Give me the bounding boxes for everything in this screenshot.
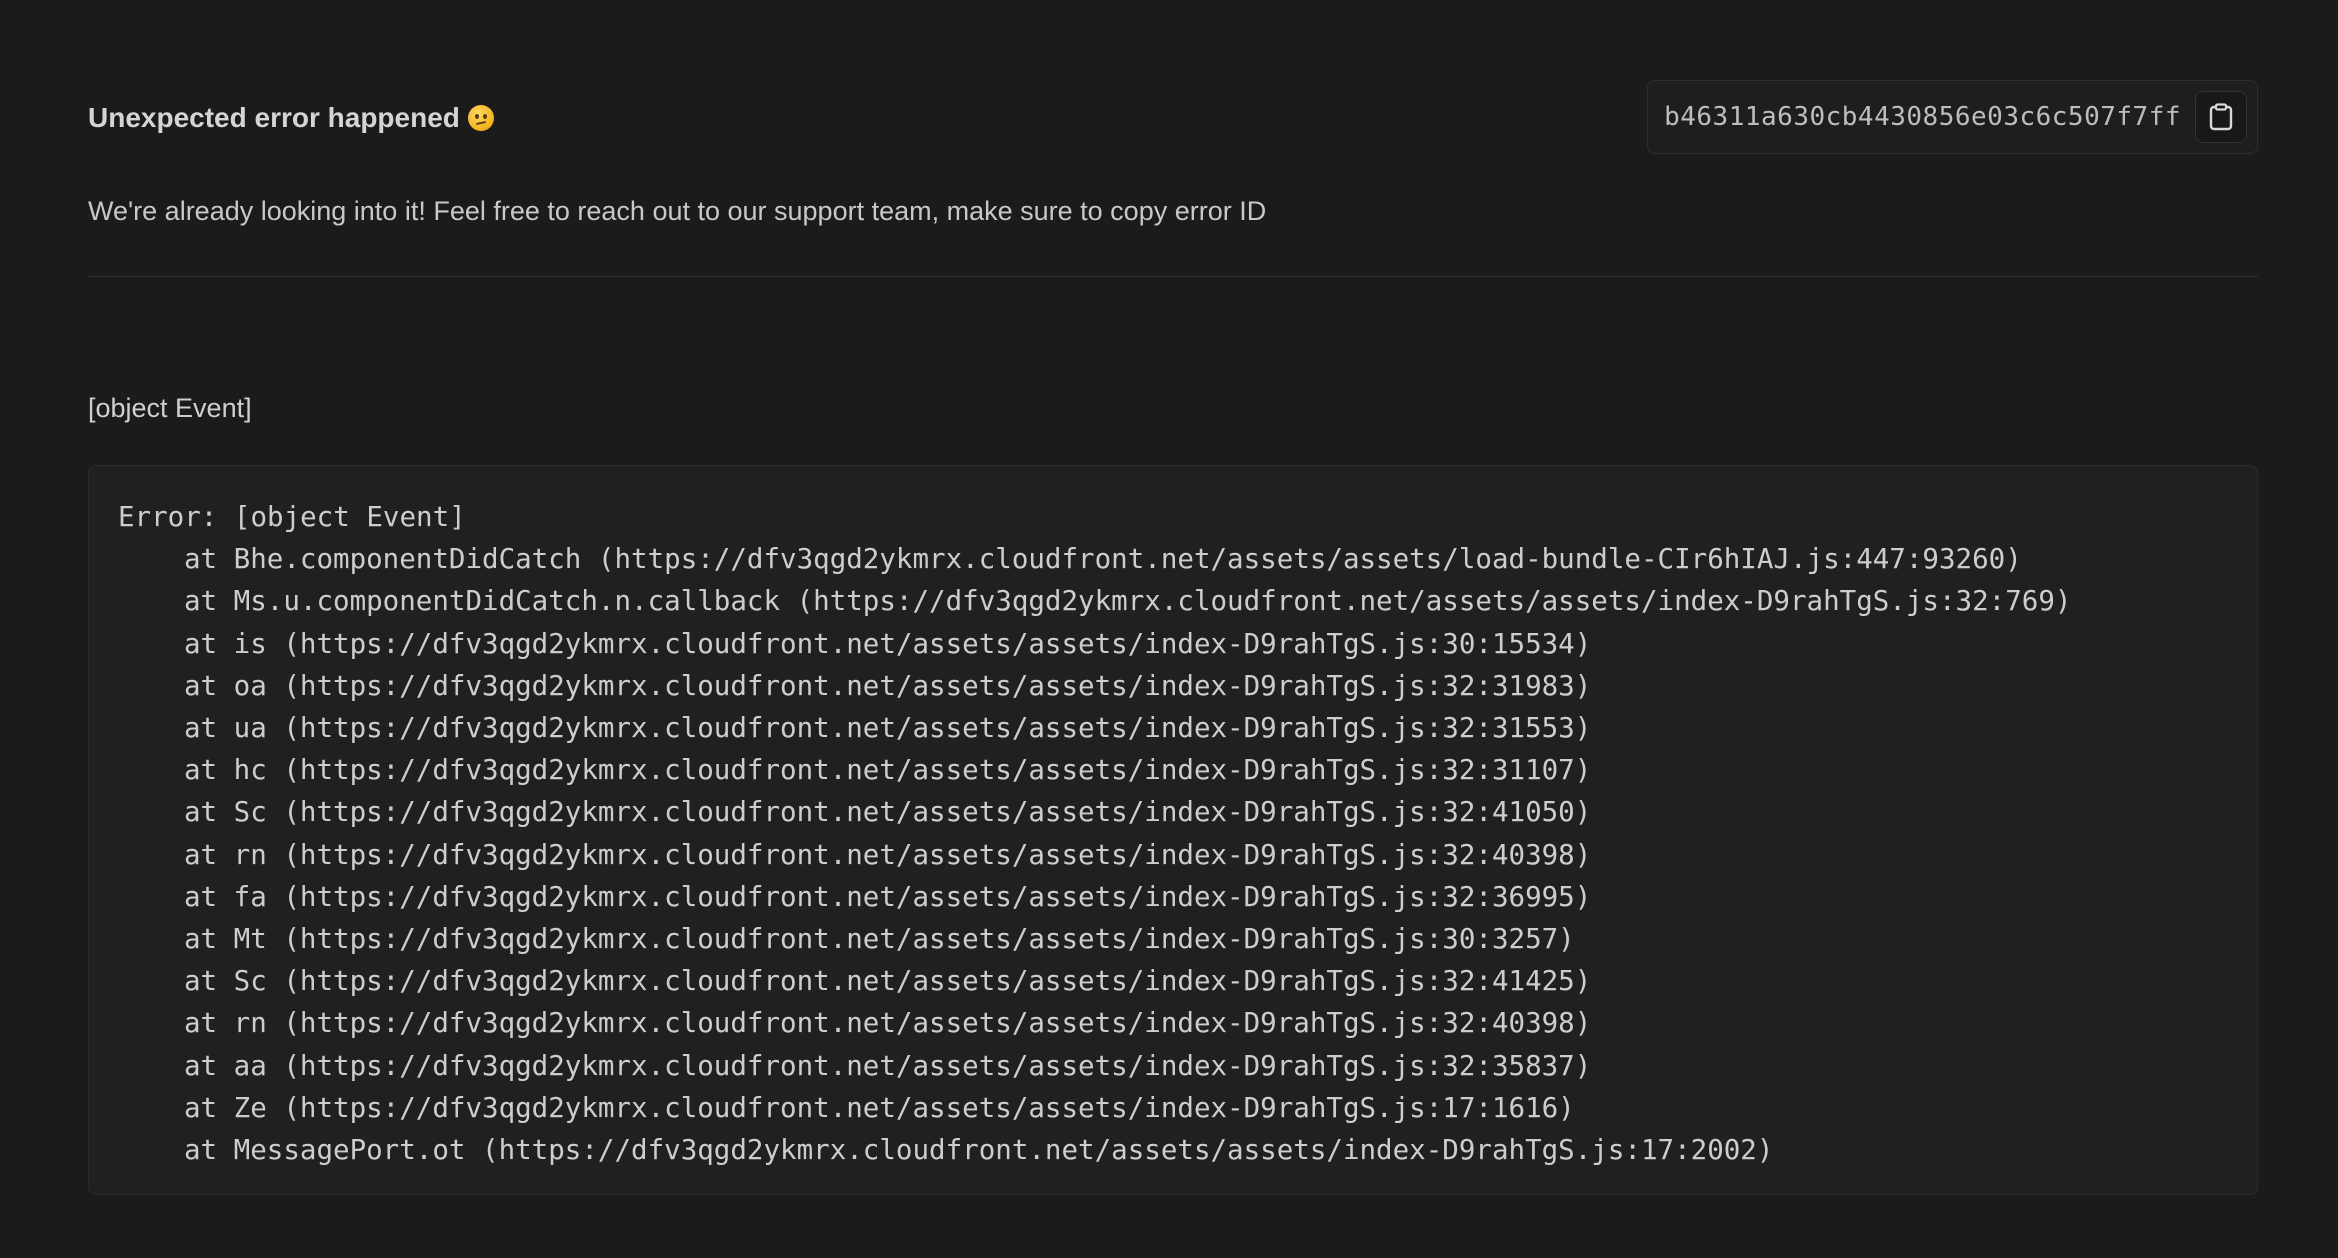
page-title-text: Unexpected error happened <box>88 102 460 133</box>
stack-frame: at Ze (https://dfv3qgd2ykmrx.cloudfront.… <box>184 1091 1575 1124</box>
stack-frame: at MessagePort.ot (https://dfv3qgd2ykmrx… <box>184 1134 1774 1167</box>
stack-frame: at Sc (https://dfv3qgd2ykmrx.cloudfront.… <box>184 965 1592 998</box>
page-title: Unexpected error happened <box>88 80 494 156</box>
stack-frame: at aa (https://dfv3qgd2ykmrx.cloudfront.… <box>184 1049 1592 1082</box>
stack-frame: at is (https://dfv3qgd2ykmrx.cloudfront.… <box>184 627 1592 660</box>
error-header: Unexpected error happened b46311a630cb44… <box>88 80 2258 156</box>
confused-face-icon <box>467 105 494 131</box>
stack-frame: at ua (https://dfv3qgd2ykmrx.cloudfront.… <box>184 712 1592 745</box>
stack-frame: at Mt (https://dfv3qgd2ykmrx.cloudfront.… <box>184 923 1575 956</box>
clipboard-icon <box>2209 103 2233 131</box>
error-id-text[interactable]: b46311a630cb4430856e03c6c507f7ff <box>1664 102 2181 132</box>
copy-error-id-button[interactable] <box>2195 91 2247 143</box>
error-message: [object Event] <box>88 393 252 423</box>
stack-frame: at rn (https://dfv3qgd2ykmrx.cloudfront.… <box>184 838 1592 871</box>
stack-frame: at Bhe.componentDidCatch (https://dfv3qg… <box>184 543 2022 576</box>
stack-trace-header: Error: [object Event] <box>118 501 466 533</box>
stack-frame: at hc (https://dfv3qgd2ykmrx.cloudfront.… <box>184 754 1592 787</box>
divider <box>88 276 2258 277</box>
stack-trace-panel: Error: [object Event] at Bhe.componentDi… <box>88 465 2258 1195</box>
error-id-box: b46311a630cb4430856e03c6c507f7ff <box>1647 80 2258 154</box>
stack-frame: at oa (https://dfv3qgd2ykmrx.cloudfront.… <box>184 669 1592 702</box>
stack-frame: at Ms.u.componentDidCatch.n.callback (ht… <box>184 585 2072 618</box>
stack-frame: at fa (https://dfv3qgd2ykmrx.cloudfront.… <box>184 880 1592 913</box>
stack-frame: at rn (https://dfv3qgd2ykmrx.cloudfront.… <box>184 1007 1592 1040</box>
stack-frame: at Sc (https://dfv3qgd2ykmrx.cloudfront.… <box>184 796 1592 829</box>
support-message: We're already looking into it! Feel free… <box>88 196 1267 226</box>
